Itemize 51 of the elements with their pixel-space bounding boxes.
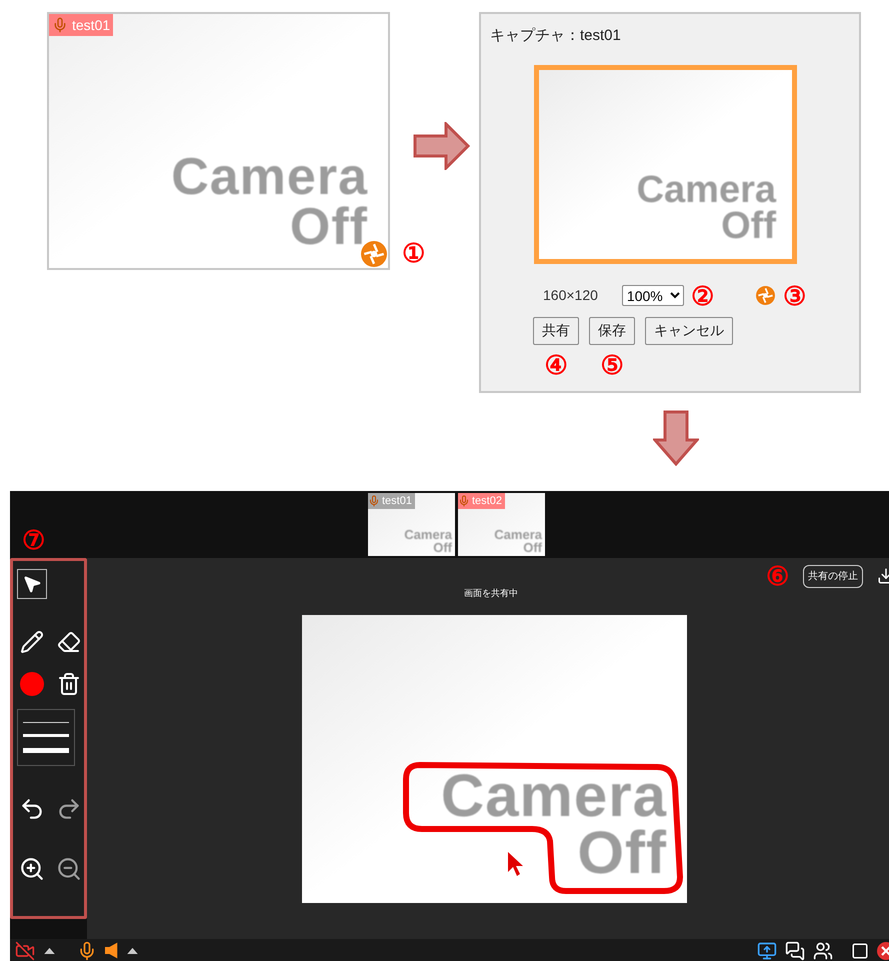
- stop-sharing-button[interactable]: 共有の停止: [803, 564, 863, 588]
- camera-off-text: Off: [721, 208, 776, 244]
- user-name: test01: [382, 494, 412, 509]
- user-name: test02: [472, 494, 502, 509]
- camera-off-text: Camera: [404, 529, 452, 542]
- camera-off-text: Camera: [171, 153, 368, 203]
- dialog-title: キャプチャ：test01: [490, 26, 622, 46]
- sharing-status: 画面を共有中: [464, 587, 518, 600]
- caret-up-icon[interactable]: [127, 947, 138, 954]
- dialog-button[interactable]: 共有: [533, 316, 579, 344]
- pointer-tool-button[interactable]: [17, 569, 47, 599]
- participants-icon[interactable]: [813, 940, 833, 960]
- speaker-icon[interactable]: [105, 942, 119, 959]
- callout-number: ⑤: [600, 352, 624, 378]
- trash-icon: [56, 672, 80, 696]
- callout-number: ④: [544, 352, 568, 378]
- aperture-icon[interactable]: [756, 286, 775, 305]
- camera-off-text: Camera: [440, 766, 667, 824]
- zoom-in-icon: [19, 856, 45, 882]
- pointer-icon: [22, 574, 42, 594]
- dialog-button[interactable]: キャンセル: [645, 316, 733, 344]
- mic-icon: [52, 17, 68, 33]
- callout-number: ①: [402, 240, 425, 266]
- callout-number: ③: [782, 282, 806, 308]
- chat-icon[interactable]: [785, 940, 805, 960]
- cursor-icon: [507, 850, 525, 876]
- size-text: 160×120: [543, 286, 598, 305]
- camera-off-text: Off: [523, 542, 542, 554]
- camera-off-text: Off: [290, 202, 368, 252]
- line-width-button[interactable]: [17, 709, 75, 766]
- down-arrow-icon: [653, 410, 699, 466]
- callout-number: ⑥: [766, 563, 789, 589]
- mic-icon: [368, 495, 380, 507]
- camera-off-text: Camera: [494, 529, 542, 542]
- eraser-icon: [56, 630, 80, 654]
- caret-up-icon[interactable]: [44, 947, 55, 954]
- user-name: test01: [72, 16, 110, 34]
- zoom-out-icon: [56, 856, 82, 882]
- dialog-button[interactable]: 保存: [589, 316, 635, 344]
- zoom-select[interactable]: 100%: [622, 285, 684, 306]
- callout-number: ⑦: [22, 527, 45, 553]
- camera-off-icon[interactable]: [14, 940, 36, 960]
- camera-off-text: Camera: [636, 172, 776, 208]
- mic-icon: [458, 495, 470, 507]
- pencil-icon: [20, 630, 44, 654]
- right-arrow-icon: [413, 122, 470, 170]
- callout-number: ②: [690, 282, 714, 308]
- camera-off-text: Off: [577, 824, 667, 880]
- screen-share-icon[interactable]: [757, 940, 777, 960]
- camera-off-text: Off: [433, 542, 452, 554]
- window-icon[interactable]: [851, 942, 869, 960]
